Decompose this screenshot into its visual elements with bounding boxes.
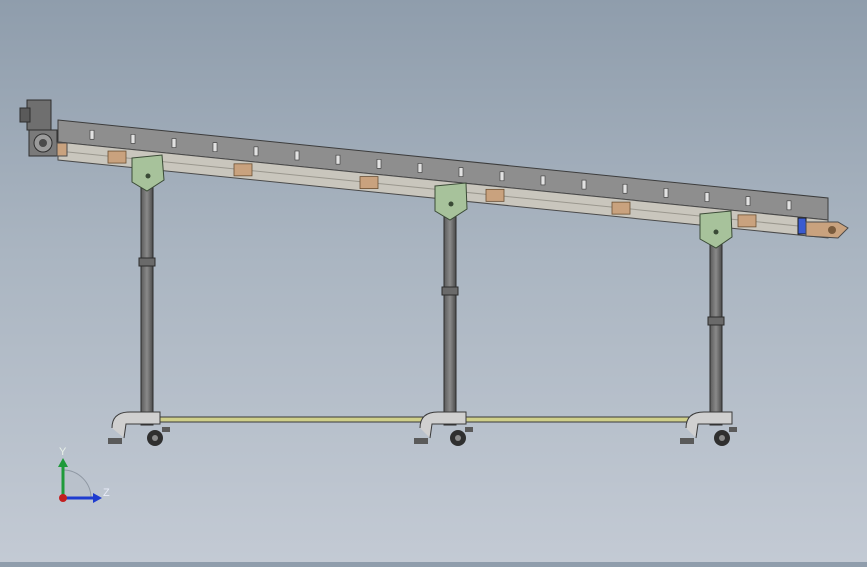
frame-pad (737, 214, 757, 228)
belt-slot (171, 138, 177, 148)
y-axis-label: Y (59, 446, 67, 458)
belt-slot (458, 167, 464, 177)
belt-slot (294, 150, 300, 161)
belt-slot (417, 163, 423, 173)
caster-2[interactable] (414, 411, 473, 446)
belt-slot (130, 134, 136, 144)
belt-slot (89, 129, 95, 140)
frame-pad (359, 176, 379, 189)
belt-slot (704, 192, 710, 202)
leg-bracket-1 (131, 154, 165, 192)
support-leg-2[interactable] (434, 182, 468, 426)
belt-slot (212, 142, 218, 153)
z-axis-label: Z (103, 487, 110, 499)
belt-slot (622, 183, 628, 194)
frame-pad (485, 188, 505, 202)
belt-slot (335, 154, 341, 165)
belt-slot (786, 200, 792, 211)
belt-slot (499, 171, 505, 182)
support-leg-1[interactable] (131, 154, 165, 426)
belt-slot (581, 179, 587, 190)
belt-slot (540, 175, 546, 186)
belt-slot (376, 159, 382, 169)
x-axis-dot (59, 494, 67, 502)
support-leg-3[interactable] (699, 210, 733, 426)
belt-slot (663, 188, 669, 198)
frame-pad (107, 150, 127, 164)
cad-viewport[interactable]: Y Z (0, 0, 867, 562)
conveyor-model[interactable]: Y Z (0, 0, 867, 562)
belt-slot (253, 146, 259, 157)
belt-slot (745, 196, 751, 206)
frame-pad (611, 201, 631, 215)
frame-pad (233, 163, 253, 177)
coordinate-triad: Y Z (58, 446, 110, 503)
